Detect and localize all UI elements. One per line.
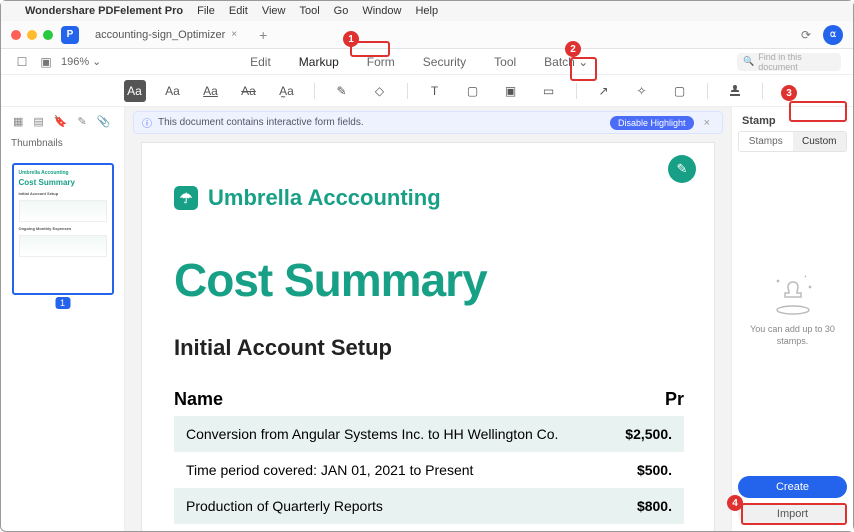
callout-4: 4 — [727, 495, 743, 511]
menu-edit[interactable]: Edit — [229, 5, 248, 17]
pin-icon[interactable]: ✧ — [631, 80, 653, 102]
line-icon[interactable]: ↗ — [593, 80, 615, 102]
menu-window[interactable]: Window — [362, 5, 401, 17]
sync-icon[interactable]: ⟳ — [797, 26, 815, 44]
zoom-value: 196% — [61, 56, 89, 68]
table-row: Time period covered: JAN 01, 2021 to Pre… — [174, 452, 684, 488]
stamp-buttons: Create Import — [732, 470, 853, 531]
thumbnail-panel: ▦ ▤ 🔖 ✎ 📎 Thumbnails Umbrella Accounting… — [1, 107, 125, 531]
stamp-tool-icon[interactable] — [724, 80, 746, 102]
app-icon: P — [61, 26, 79, 44]
edit-fab-icon[interactable]: ✎ — [668, 155, 696, 183]
annotations-tab-icon[interactable]: ✎ — [78, 115, 87, 128]
top-toolbar: ☐ ▣ 196% ⌄ Edit Markup Form Security Too… — [1, 49, 853, 75]
search-icon: 🔍 — [743, 56, 754, 67]
import-button[interactable]: Import — [738, 503, 847, 525]
outline-tab-icon[interactable]: ▤ — [33, 115, 43, 128]
tool-tabs: Edit Markup Form Security Tool Batch ⌄ — [107, 53, 731, 71]
menu-file[interactable]: File — [197, 5, 215, 17]
empty-state: You can add up to 30 stamps. — [732, 152, 853, 470]
callout-3: 3 — [781, 85, 797, 101]
tab-tool[interactable]: Tool — [490, 53, 520, 71]
menu-go[interactable]: Go — [334, 5, 349, 17]
stamp-panel: Stamp Stamps Custom You can add up to 30… — [731, 107, 853, 531]
pdf-page[interactable]: ✎ ☂ Umbrella Acccounting Cost Summary In… — [141, 142, 715, 531]
notice-text: This document contains interactive form … — [158, 117, 364, 128]
umbrella-icon: ☂ — [174, 186, 198, 210]
empty-text: You can add up to 30 stamps. — [742, 324, 843, 347]
markup-ribbon: Aa Aa Aa Aa A̰a ✎ ◇ T ▢ ▣ ▭ ↗ ✧ ▢ ◉ — [1, 75, 853, 107]
col-price: Pr — [665, 389, 684, 410]
close-window[interactable] — [11, 30, 21, 40]
main-area: ▦ ▤ 🔖 ✎ 📎 Thumbnails Umbrella Accounting… — [1, 107, 853, 531]
callout-2: 2 — [565, 41, 581, 57]
pencil-icon[interactable]: ✎ — [331, 80, 353, 102]
callout-icon[interactable]: ▢ — [462, 80, 484, 102]
zoom-control[interactable]: 196% ⌄ — [61, 55, 101, 68]
app-name[interactable]: Wondershare PDFelement Pro — [25, 5, 183, 17]
search-input[interactable]: 🔍 Find in this document — [737, 53, 841, 71]
document-tab[interactable]: accounting-sign_Optimizer × — [87, 25, 245, 45]
squiggly-icon[interactable]: A̰a — [276, 80, 298, 102]
notice-close-icon[interactable]: × — [700, 117, 714, 129]
mac-menubar: Wondershare PDFelement Pro File Edit Vie… — [1, 1, 853, 21]
table-header: Name Pr — [174, 389, 684, 416]
text-tool-1-icon[interactable]: Aa — [162, 80, 184, 102]
info-icon: ⓘ — [142, 115, 152, 130]
thumbnails-title: Thumbnails — [9, 134, 116, 153]
window-chrome: P accounting-sign_Optimizer × + ⟳ ⍺ — [1, 21, 853, 49]
maximize-window[interactable] — [43, 30, 53, 40]
disable-highlight-button[interactable]: Disable Highlight — [610, 116, 694, 130]
col-name: Name — [174, 389, 223, 410]
minimize-window[interactable] — [27, 30, 37, 40]
bookmark-tab-icon[interactable]: 🔖 — [54, 115, 68, 128]
table-row: Production of Quarterly Reports $800. — [174, 488, 684, 524]
tab-custom[interactable]: Custom — [793, 132, 847, 151]
table-row: Conversion from Angular Systems Inc. to … — [174, 416, 684, 452]
brand-name: Umbrella Acccounting — [208, 185, 441, 211]
section-heading: Initial Account Setup — [174, 335, 684, 361]
layout-icon[interactable]: ▣ — [37, 53, 55, 71]
shapes-icon[interactable]: ▢ — [669, 80, 691, 102]
page-thumbnail[interactable]: Umbrella Accounting Cost Summary Initial… — [12, 163, 114, 295]
tab-markup[interactable]: Markup — [295, 53, 343, 71]
menu-tool[interactable]: Tool — [299, 5, 319, 17]
form-fields-notice: ⓘ This document contains interactive for… — [133, 111, 723, 134]
highlight-text-icon[interactable]: Aa — [124, 80, 146, 102]
new-tab-button[interactable]: + — [253, 27, 273, 43]
tab-form[interactable]: Form — [363, 53, 399, 71]
user-avatar[interactable]: ⍺ — [823, 25, 843, 45]
text-box-icon[interactable]: T — [424, 80, 446, 102]
tab-edit[interactable]: Edit — [246, 53, 275, 71]
tab-label: accounting-sign_Optimizer — [95, 29, 225, 41]
strikethrough-icon[interactable]: Aa — [238, 80, 260, 102]
menu-view[interactable]: View — [262, 5, 286, 17]
sidepanel-tabs: ▦ ▤ 🔖 ✎ 📎 — [9, 113, 116, 134]
area-highlight-icon[interactable]: ▭ — [538, 80, 560, 102]
note-icon[interactable]: ▣ — [500, 80, 522, 102]
tab-security[interactable]: Security — [419, 53, 470, 71]
text-tool-2-icon[interactable]: Aa — [200, 80, 222, 102]
callout-1: 1 — [343, 31, 359, 47]
tab-stamps[interactable]: Stamps — [739, 132, 793, 151]
traffic-lights — [11, 30, 53, 40]
sidebar-toggle-icon[interactable]: ☐ — [13, 53, 31, 71]
menu-help[interactable]: Help — [415, 5, 438, 17]
attachments-tab-icon[interactable]: 📎 — [97, 115, 111, 128]
search-placeholder: Find in this document — [758, 52, 835, 72]
eraser-icon[interactable]: ◇ — [369, 80, 391, 102]
tab-close-icon[interactable]: × — [231, 29, 237, 40]
doc-logo: ☂ Umbrella Acccounting — [174, 185, 684, 211]
create-button[interactable]: Create — [738, 476, 847, 498]
page-number-badge: 1 — [55, 297, 70, 309]
thumbnails-tab-icon[interactable]: ▦ — [13, 115, 23, 128]
document-viewer: ⓘ This document contains interactive for… — [125, 107, 731, 531]
chevron-down-icon: ⌄ — [92, 55, 101, 68]
stamp-tabs: Stamps Custom — [738, 131, 847, 152]
tab-batch[interactable]: Batch ⌄ — [540, 53, 592, 71]
stamp-empty-icon — [767, 274, 819, 316]
stamp-panel-title: Stamp — [732, 107, 853, 131]
doc-title: Cost Summary — [174, 253, 684, 307]
